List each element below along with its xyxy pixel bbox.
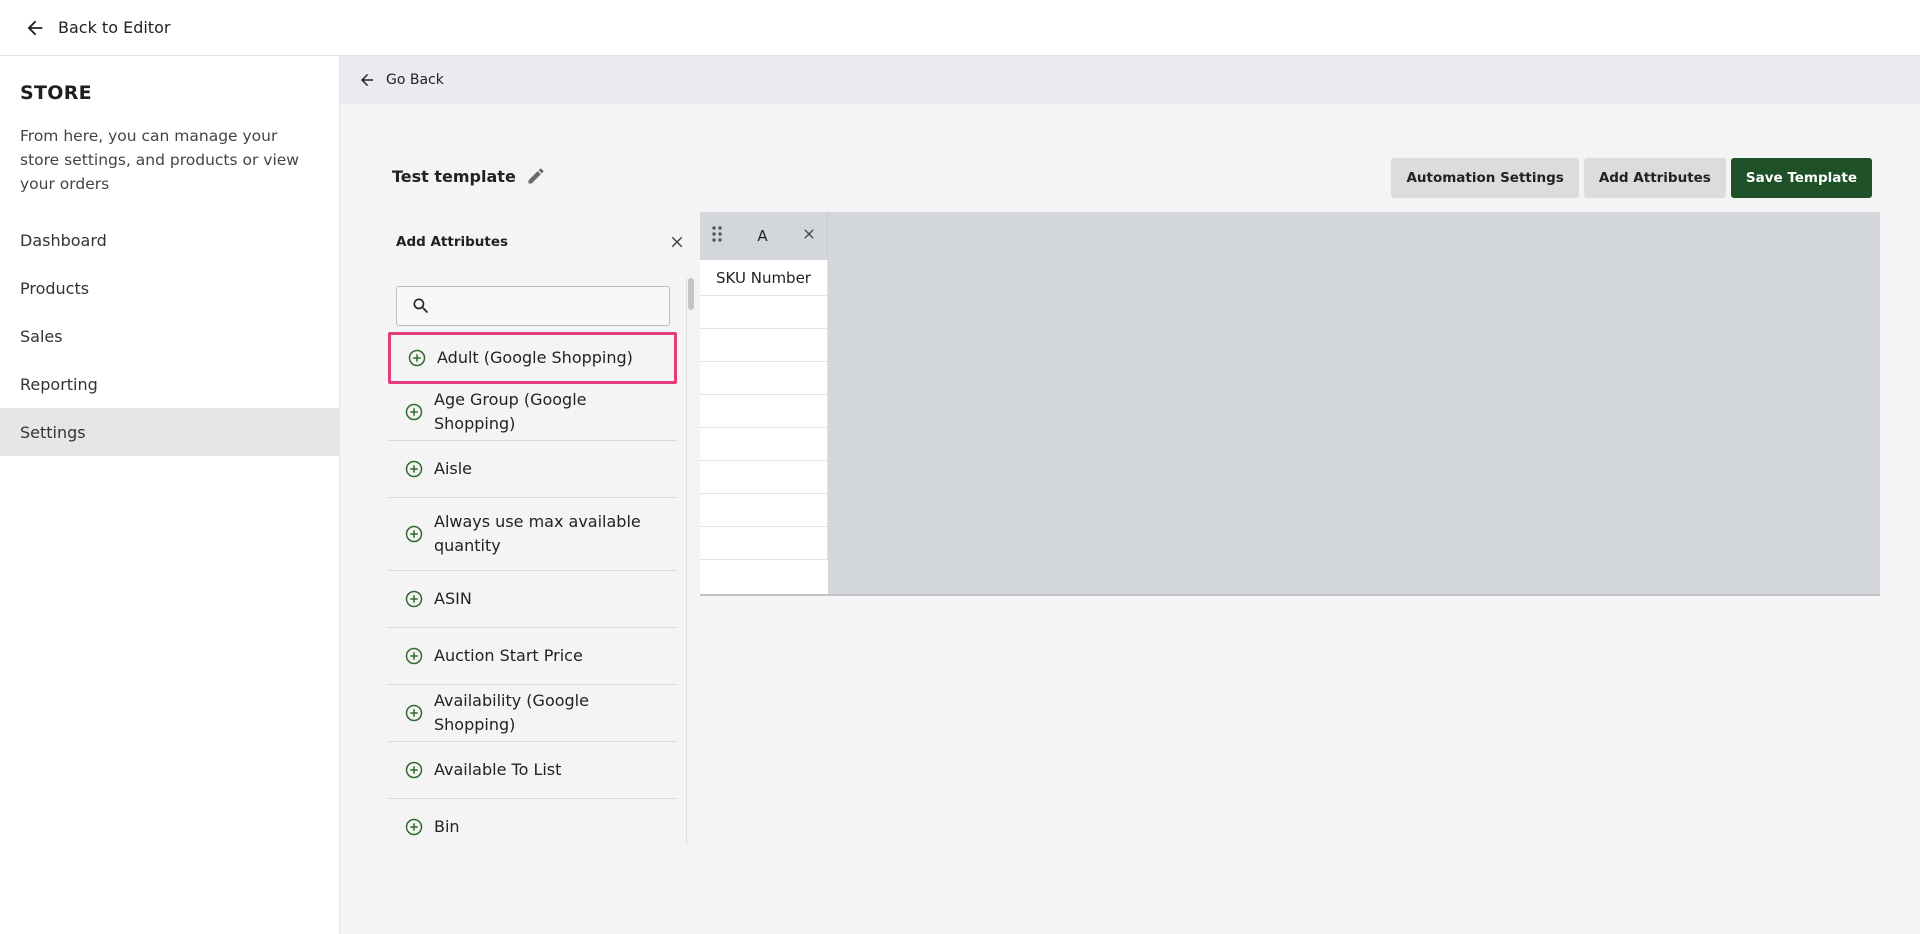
grid-cell[interactable] bbox=[700, 395, 828, 428]
attribute-item[interactable]: Adult (Google Shopping) bbox=[388, 332, 677, 384]
attribute-item[interactable]: ASIN bbox=[388, 571, 677, 628]
template-title-row: Test template bbox=[392, 166, 546, 186]
automation-settings-button[interactable]: Automation Settings bbox=[1391, 158, 1579, 198]
grid-column: A SKU Number bbox=[700, 212, 828, 594]
sidebar-description: From here, you can manage your store set… bbox=[20, 127, 299, 193]
attribute-item[interactable]: Auction Start Price bbox=[388, 628, 677, 685]
sidebar: STORE From here, you can manage your sto… bbox=[0, 56, 340, 934]
attribute-label: Availability (Google Shopping) bbox=[434, 691, 589, 734]
attribute-item[interactable]: Age Group (Google Shopping) bbox=[388, 384, 677, 441]
attribute-label: Bin bbox=[434, 817, 460, 836]
attribute-search bbox=[396, 286, 670, 326]
sidebar-nav: Dashboard Products Sales Reporting Setti… bbox=[0, 216, 339, 456]
top-bar: Back to Editor bbox=[0, 0, 1920, 56]
plus-circle-icon bbox=[405, 590, 423, 608]
back-to-editor-label: Back to Editor bbox=[58, 18, 171, 37]
column-letter: A bbox=[757, 227, 768, 245]
attribute-item[interactable]: Availability (Google Shopping) bbox=[388, 685, 677, 742]
attribute-label: Aisle bbox=[434, 459, 473, 478]
attribute-label: Available To List bbox=[434, 760, 562, 779]
search-input[interactable] bbox=[439, 287, 669, 325]
grid-cell[interactable]: SKU Number bbox=[700, 260, 828, 296]
remove-column-button[interactable] bbox=[801, 226, 817, 246]
plus-circle-icon bbox=[408, 349, 426, 367]
attribute-label: Always use max available quantity bbox=[434, 512, 641, 555]
go-back-bar: Go Back bbox=[340, 56, 1920, 104]
sidebar-item-sales[interactable]: Sales bbox=[0, 312, 339, 360]
panel-scrollbar[interactable] bbox=[686, 278, 694, 844]
plus-circle-icon bbox=[405, 403, 423, 421]
plus-circle-icon bbox=[405, 761, 423, 779]
grid-cell[interactable] bbox=[700, 494, 828, 527]
search-icon bbox=[413, 298, 429, 314]
grid-cell[interactable] bbox=[700, 527, 828, 560]
panel-title: Add Attributes bbox=[396, 234, 509, 250]
drag-handle[interactable] bbox=[710, 225, 724, 247]
attribute-label: Adult (Google Shopping) bbox=[437, 348, 633, 367]
scrollbar-thumb[interactable] bbox=[688, 278, 694, 310]
sidebar-item-reporting[interactable]: Reporting bbox=[0, 360, 339, 408]
pencil-icon[interactable] bbox=[526, 166, 546, 186]
attribute-label: Auction Start Price bbox=[434, 646, 583, 665]
attribute-item[interactable]: Available To List bbox=[388, 742, 677, 799]
template-grid: A SKU Number bbox=[700, 212, 1880, 596]
arrow-left-icon bbox=[361, 74, 373, 86]
column-header: A bbox=[700, 212, 828, 260]
grid-cell[interactable] bbox=[700, 428, 828, 461]
sidebar-item-settings[interactable]: Settings bbox=[0, 408, 339, 456]
add-attributes-button[interactable]: Add Attributes bbox=[1583, 158, 1726, 198]
grid-cell[interactable] bbox=[700, 296, 828, 329]
attribute-item[interactable]: Bin bbox=[388, 799, 677, 844]
main-content: Go Back Test template Automation Setting… bbox=[340, 56, 1920, 934]
add-attributes-panel: Add Attributes Adult (Google Shopping) A… bbox=[380, 212, 700, 888]
plus-circle-icon bbox=[405, 460, 423, 478]
template-title: Test template bbox=[392, 166, 516, 186]
plus-circle-icon bbox=[405, 704, 423, 722]
attribute-label: Age Group (Google Shopping) bbox=[434, 390, 587, 433]
back-to-editor-link[interactable]: Back to Editor bbox=[24, 17, 170, 39]
grid-cell[interactable] bbox=[700, 329, 828, 362]
arrow-left-icon bbox=[27, 20, 43, 35]
attribute-item[interactable]: Always use max available quantity bbox=[388, 498, 677, 571]
attribute-label: ASIN bbox=[434, 589, 472, 608]
attribute-item[interactable]: Aisle bbox=[388, 441, 677, 498]
close-icon bbox=[804, 229, 814, 239]
template-actions: Automation Settings Add Attributes Save … bbox=[1386, 158, 1872, 198]
panel-header: Add Attributes bbox=[380, 212, 700, 272]
sidebar-title: STORE bbox=[20, 82, 92, 104]
sidebar-item-products[interactable]: Products bbox=[0, 264, 339, 312]
attribute-list: Adult (Google Shopping) Age Group (Googl… bbox=[388, 332, 677, 844]
plus-circle-icon bbox=[405, 525, 423, 543]
save-template-button[interactable]: Save Template bbox=[1730, 158, 1872, 198]
plus-circle-icon bbox=[405, 818, 423, 836]
grid-cell[interactable] bbox=[700, 461, 828, 494]
close-icon[interactable] bbox=[668, 233, 686, 251]
sidebar-item-dashboard[interactable]: Dashboard bbox=[0, 216, 339, 264]
go-back-link[interactable]: Go Back bbox=[358, 71, 444, 89]
go-back-label: Go Back bbox=[386, 72, 444, 88]
grid-cell[interactable] bbox=[700, 362, 828, 395]
drag-dots-icon bbox=[712, 226, 722, 242]
plus-circle-icon bbox=[405, 647, 423, 665]
